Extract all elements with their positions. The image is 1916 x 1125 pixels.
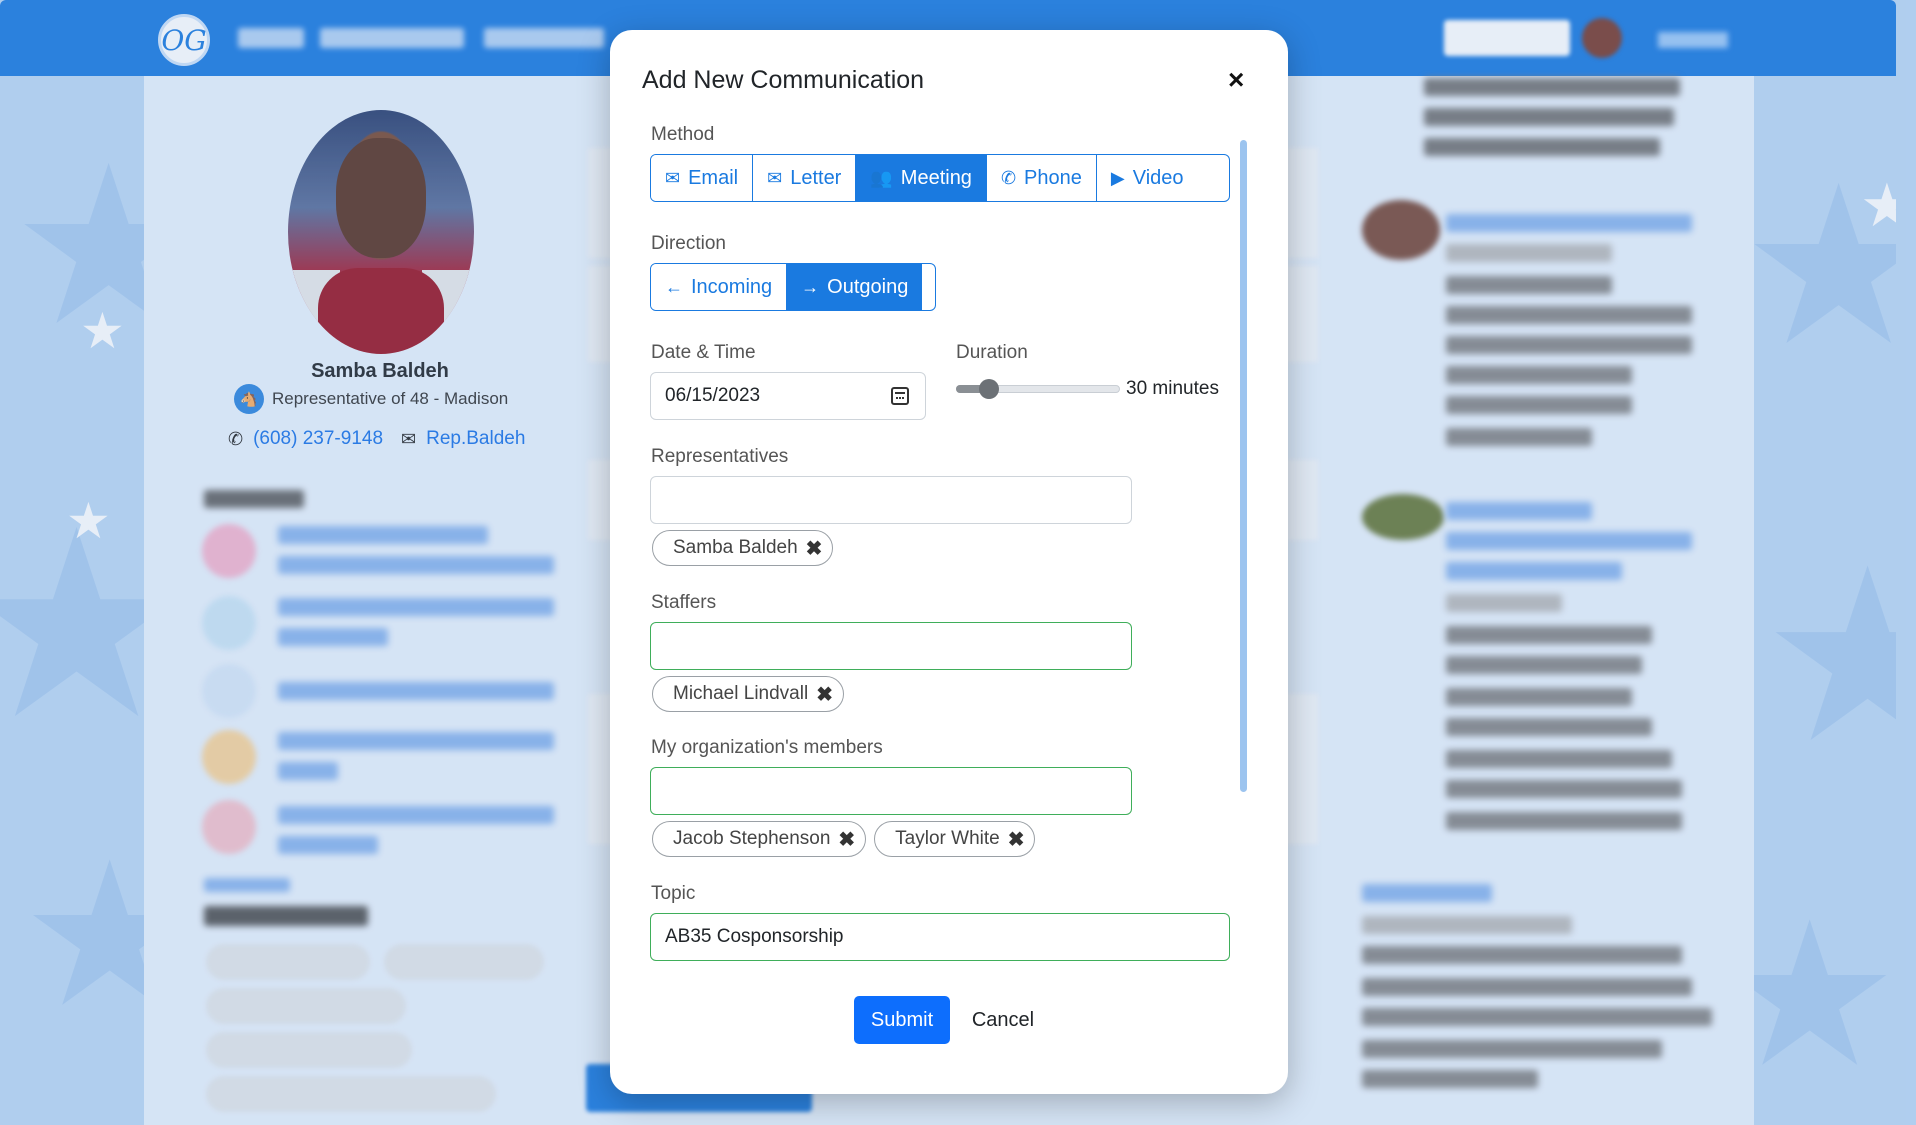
close-button[interactable]: × — [1228, 66, 1244, 94]
method-button-group: ✉ Email ✉ Letter 👥 Meeting ✆ Phone ▶ Video — [650, 154, 1230, 202]
users-icon: 👥 — [870, 167, 893, 188]
arrow-right-icon: → — [801, 276, 820, 297]
method-meeting-button[interactable]: 👥 Meeting — [856, 155, 987, 201]
staffer-chip-label: Michael Lindvall — [673, 683, 809, 704]
topic-input[interactable]: AB35 Cosponsorship — [650, 913, 1230, 961]
duration-value: 30 minutes — [1126, 378, 1219, 399]
method-phone-button[interactable]: ✆ Phone — [986, 155, 1097, 201]
modal-scrollbar[interactable] — [1240, 140, 1247, 792]
duration-slider-thumb[interactable] — [978, 379, 999, 399]
direction-label: Direction — [651, 233, 726, 254]
member-chip: Jacob Stephenson ✖ — [652, 821, 867, 857]
calendar-icon[interactable] — [891, 387, 909, 405]
members-label: My organization's members — [651, 737, 883, 758]
remove-chip-icon[interactable]: ✖ — [1008, 827, 1025, 852]
modal-title: Add New Communication — [642, 66, 925, 94]
method-option-label: Meeting — [900, 166, 972, 189]
direction-incoming-button[interactable]: ← Incoming — [651, 264, 788, 310]
video-camera-icon: ▶ — [1110, 167, 1125, 188]
representative-chip: Samba Baldeh ✖ — [652, 530, 834, 566]
remove-chip-icon[interactable]: ✖ — [838, 827, 855, 852]
arrow-left-icon: ← — [665, 276, 683, 297]
phone-icon: ✆ — [1000, 167, 1017, 188]
method-option-label: Letter — [790, 166, 842, 189]
representatives-input[interactable] — [650, 476, 1132, 524]
members-input[interactable] — [650, 767, 1132, 815]
submit-button[interactable]: Submit — [854, 996, 950, 1044]
cancel-button[interactable]: Cancel — [958, 996, 1048, 1044]
representatives-label: Representatives — [651, 446, 789, 467]
representative-chip-label: Samba Baldeh — [673, 537, 798, 558]
direction-option-label: Outgoing — [827, 275, 909, 298]
datetime-input[interactable]: 06/15/2023 — [650, 372, 926, 420]
method-option-label: Phone — [1024, 166, 1082, 189]
direction-outgoing-button[interactable]: → Outgoing — [787, 264, 923, 310]
envelope-icon: ✉ — [767, 167, 783, 188]
topic-label: Topic — [651, 883, 696, 904]
method-label: Method — [651, 124, 715, 145]
remove-chip-icon[interactable]: ✖ — [806, 536, 823, 561]
method-video-button[interactable]: ▶ Video — [1096, 155, 1198, 201]
staffers-label: Staffers — [651, 592, 717, 613]
method-option-label: Email — [688, 166, 739, 189]
direction-button-group: ← Incoming → Outgoing — [650, 263, 936, 311]
envelope-icon: ✉ — [665, 167, 681, 188]
method-email-button[interactable]: ✉ Email — [651, 155, 754, 201]
add-communication-modal: Add New Communication × Method ✉ Email ✉ Le… — [610, 30, 1288, 1094]
member-chip: Taylor White ✖ — [874, 821, 1036, 857]
method-letter-button[interactable]: ✉ Letter — [753, 155, 857, 201]
duration-label: Duration — [956, 342, 1028, 363]
method-option-label: Video — [1132, 166, 1184, 189]
remove-chip-icon[interactable]: ✖ — [816, 682, 833, 707]
member-chip-label: Taylor White — [895, 828, 1000, 849]
datetime-value: 06/15/2023 — [665, 385, 761, 406]
staffer-chip: Michael Lindvall ✖ — [652, 676, 844, 712]
staffers-input[interactable] — [650, 622, 1132, 670]
direction-option-label: Incoming — [691, 275, 773, 298]
datetime-label: Date & Time — [651, 342, 756, 363]
member-chip-label: Jacob Stephenson — [673, 828, 831, 849]
